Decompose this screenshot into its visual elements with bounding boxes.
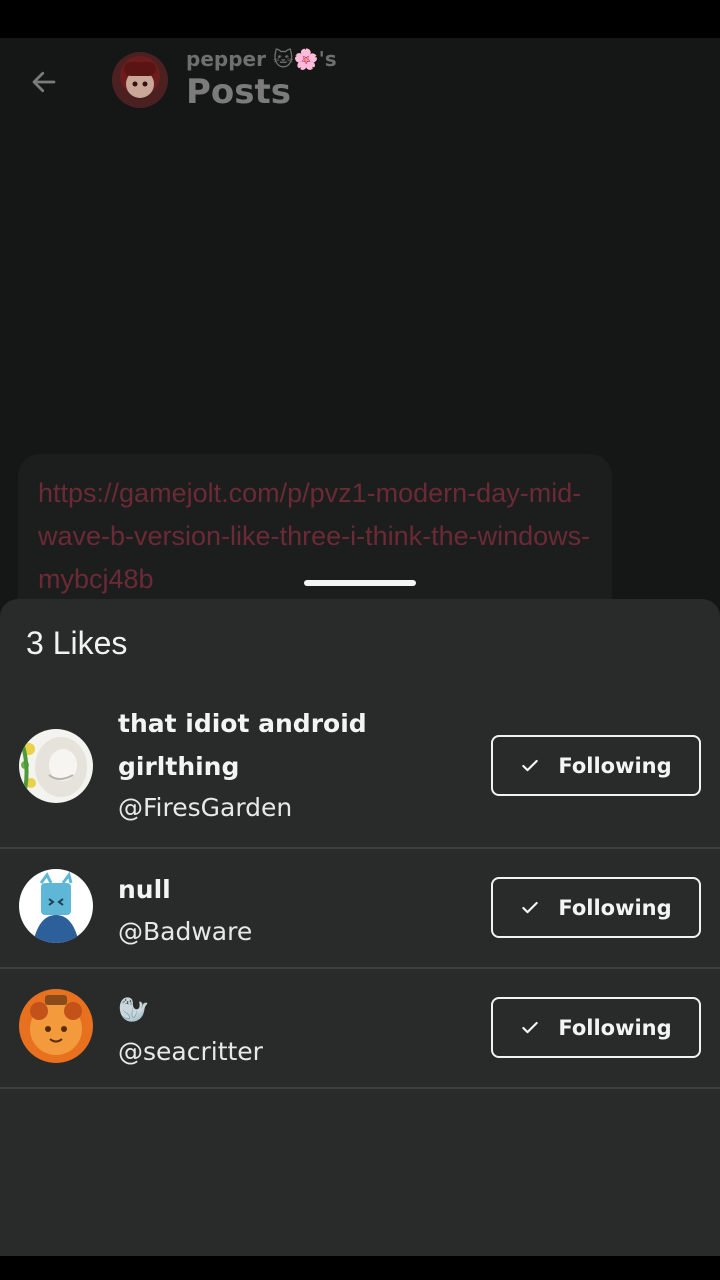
user-handle: @FiresGarden — [118, 793, 293, 822]
list-item[interactable]: that idiot android girlthing @FiresGarde… — [0, 697, 720, 849]
check-icon — [522, 1021, 539, 1033]
following-label: Following — [558, 753, 672, 778]
check-icon — [522, 759, 539, 771]
sheet-drag-handle[interactable] — [304, 580, 416, 586]
avatar[interactable] — [19, 729, 93, 803]
page-title: Posts — [186, 72, 292, 112]
avatar[interactable] — [19, 869, 93, 943]
following-button[interactable]: Following — [491, 735, 701, 796]
user-handle: @Badware — [118, 917, 253, 946]
following-button[interactable]: Following — [491, 997, 701, 1058]
header: pepper 🐱🌸's Posts — [0, 38, 720, 138]
following-label: Following — [558, 1015, 672, 1040]
list-item[interactable]: null @Badware Following — [0, 849, 720, 969]
arrow-left-icon — [32, 71, 56, 93]
avatar[interactable] — [19, 989, 93, 1063]
following-button[interactable]: Following — [491, 877, 701, 938]
navigation-bar — [0, 1256, 720, 1280]
user-display-name: that idiot android girlthing — [118, 709, 367, 781]
status-bar — [0, 0, 720, 38]
author-avatar[interactable] — [112, 52, 168, 108]
likes-sheet: 3 Likes that idiot android girlthing @Fi… — [0, 599, 720, 1256]
user-handle: @seacritter — [118, 1037, 263, 1066]
author-subtitle: pepper 🐱🌸's — [186, 47, 337, 71]
following-label: Following — [558, 895, 672, 920]
likes-count-title: 3 Likes — [26, 625, 128, 661]
check-icon — [522, 901, 539, 913]
user-display-name: null — [118, 875, 171, 904]
user-display-name: 🦭 — [118, 995, 150, 1024]
list-item[interactable]: 🦭 @seacritter Following — [0, 969, 720, 1089]
back-button[interactable] — [24, 62, 64, 102]
